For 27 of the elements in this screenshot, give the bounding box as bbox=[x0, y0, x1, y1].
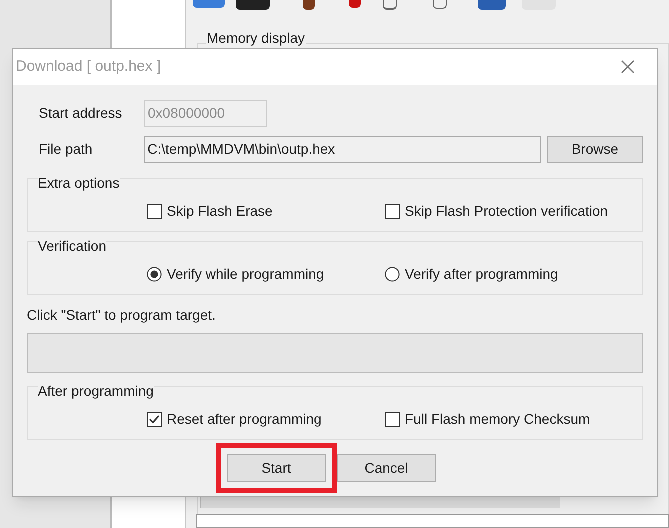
checkbox-option[interactable]: Skip Flash Erase bbox=[147, 201, 385, 222]
checkbox-option[interactable]: Full Flash memory Checksum bbox=[385, 409, 590, 430]
toolbar-icon[interactable] bbox=[383, 0, 397, 10]
radio-option[interactable]: Verify after programming bbox=[385, 264, 558, 285]
toolbar-icon[interactable] bbox=[236, 0, 270, 10]
toolbar-icon[interactable] bbox=[303, 0, 315, 10]
toolbar-icon[interactable] bbox=[349, 0, 361, 8]
checkbox[interactable] bbox=[385, 204, 400, 219]
radio-button[interactable] bbox=[147, 267, 162, 282]
field-label: File path bbox=[38, 140, 94, 159]
input-field[interactable]: C:\temp\MMDVM\bin\outp.hex bbox=[144, 136, 542, 162]
close-icon[interactable] bbox=[621, 60, 635, 74]
toolbar-icon[interactable] bbox=[433, 0, 447, 9]
toolbar-icon[interactable] bbox=[478, 0, 506, 10]
status-text: Click "Start" to program target. bbox=[27, 306, 217, 323]
window-title: Download [ outp.hex ] bbox=[16, 56, 162, 77]
checkbox[interactable] bbox=[385, 412, 400, 427]
radio-option[interactable]: Verify while programming bbox=[147, 264, 385, 285]
checkbox-option[interactable]: Reset after programming bbox=[147, 409, 385, 430]
checkbox[interactable] bbox=[147, 204, 162, 219]
radio-button[interactable] bbox=[385, 267, 400, 282]
checkbox-option[interactable]: Skip Flash Protection verification bbox=[385, 201, 608, 222]
field-label: Start address bbox=[38, 104, 124, 122]
cancel-button[interactable]: Cancel bbox=[337, 454, 436, 482]
start-button[interactable]: Start bbox=[227, 454, 326, 482]
checkbox[interactable] bbox=[147, 412, 162, 427]
browse-button[interactable]: Browse bbox=[547, 136, 643, 162]
